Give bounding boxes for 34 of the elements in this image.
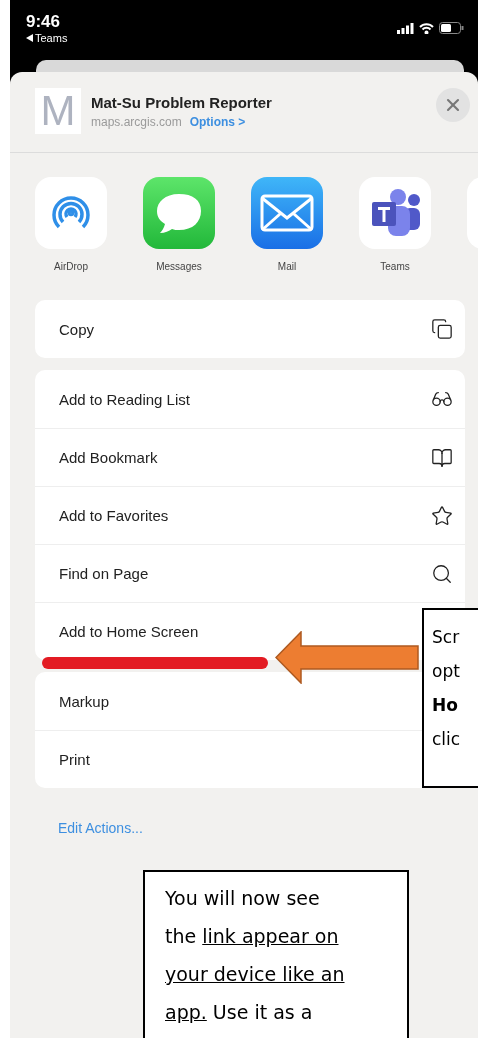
action-label[interactable]: Find on Page (59, 565, 149, 582)
app-label: Mail (277, 261, 297, 272)
arrow-icon (275, 631, 420, 684)
app-tile[interactable] (251, 177, 323, 249)
search-icon (431, 562, 453, 585)
action-label[interactable]: Copy (59, 320, 95, 338)
signal-icon (397, 22, 414, 34)
action-label[interactable]: Markup (59, 692, 110, 710)
callout-text: Scr opt Ho clic (432, 626, 462, 751)
app-label: Messages (156, 261, 202, 272)
app-icon: M (35, 88, 81, 134)
clock-time: 9:46 (26, 12, 62, 32)
action-label[interactable]: Add to Favorites (59, 507, 169, 524)
wifi-icon (419, 22, 434, 34)
battery-icon (439, 22, 464, 34)
book-icon (431, 446, 453, 469)
back-triangle-icon (26, 34, 33, 42)
action-label[interactable]: Add to Home Screen (59, 623, 199, 640)
action-label[interactable]: Add Bookmark (59, 449, 158, 466)
app-tile[interactable] (35, 177, 107, 249)
callout-text: You will now see the link appear on your device like an app. Use it as a (165, 886, 346, 1025)
action-label[interactable]: Print (59, 751, 90, 768)
star-icon (431, 504, 453, 527)
back-link[interactable]: Teams (26, 32, 68, 44)
app-label: Teams (380, 261, 410, 272)
close-button[interactable] (436, 88, 470, 122)
app-label: AirDrop (54, 261, 88, 272)
copy-icon (431, 318, 453, 340)
envelope-icon (260, 194, 314, 232)
page-title: Mat-Su Problem Reporter (91, 93, 273, 111)
app-tile[interactable] (143, 177, 215, 249)
domain-text: maps.arcgis.com (91, 114, 182, 129)
action-label[interactable]: Add to Reading List (59, 390, 190, 408)
app-tile[interactable] (359, 177, 431, 249)
